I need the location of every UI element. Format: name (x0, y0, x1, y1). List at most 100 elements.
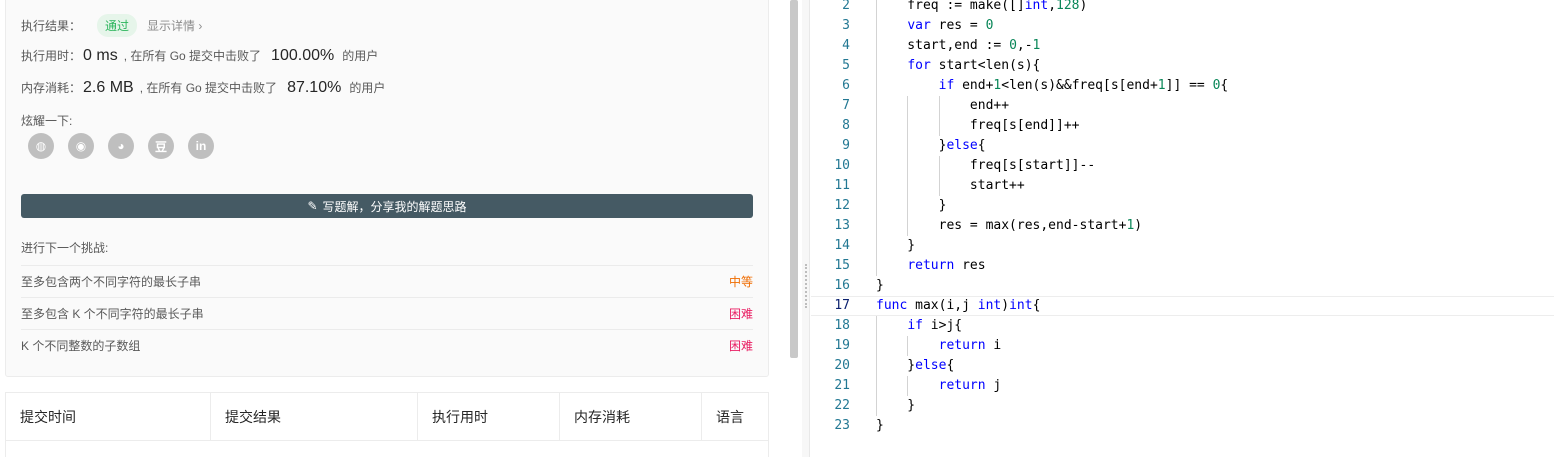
splitter-handle-icon[interactable] (805, 264, 807, 308)
code-line[interactable]: 14 } (811, 236, 1554, 256)
code-text: return j (876, 376, 1002, 396)
code-token: start,end := (876, 38, 1010, 53)
share-label: 炫耀一下: (21, 114, 73, 128)
next-challenge-item[interactable]: 至多包含两个不同字符的最长子串 中等 (21, 265, 753, 297)
code-line[interactable]: 16} (811, 276, 1554, 296)
write-solution-button[interactable]: ✎ 写题解，分享我的解题思路 (21, 194, 753, 218)
code-line[interactable]: 2 freq := make([]int,128) (811, 0, 1554, 16)
code-line[interactable]: 17 func max(i,j int)int{ (811, 296, 1554, 316)
code-token: res = max(res,end-start+ (876, 218, 1127, 233)
line-number: 5 (842, 58, 850, 73)
column-header[interactable]: 提交结果 (211, 393, 418, 440)
next-challenge-item[interactable]: K 个不同整数的子数组 困难 (21, 329, 753, 361)
linkedin-icon[interactable]: in (188, 133, 214, 159)
douban-icon[interactable]: 豆 (148, 133, 174, 159)
result-label: 执行结果： (21, 18, 82, 33)
number-token: 1 (1032, 38, 1041, 53)
code-text: }else{ (876, 356, 954, 376)
code-line[interactable]: 22 } (811, 396, 1554, 416)
code-text: return res (876, 256, 986, 276)
code-text: start++ (876, 176, 1025, 196)
panel-splitter[interactable] (802, 0, 810, 457)
code-line[interactable]: 11 start++ (811, 176, 1554, 196)
weibo-icon[interactable]: ◉ (68, 133, 94, 159)
code-token: } (876, 398, 916, 413)
code-line[interactable]: 15 return res (811, 256, 1554, 276)
submissions-table: 提交时间 提交结果 执行用时 内存消耗 语言 (5, 392, 769, 457)
memory-percent: 87.10% (287, 79, 342, 96)
code-token: } (876, 198, 947, 213)
memory-tail: 的用户 (349, 81, 386, 95)
line-number: 12 (834, 198, 850, 213)
code-line[interactable]: 13 res = max(res,end-start+1) (811, 216, 1554, 236)
show-details-link[interactable]: 显示详情 › (147, 17, 202, 34)
code-token: res (954, 258, 986, 273)
code-line[interactable]: 21 return j (811, 376, 1554, 396)
line-number: 10 (834, 158, 850, 173)
line-number: 7 (842, 98, 850, 113)
line-number: 13 (834, 218, 850, 233)
code-token: end++ (876, 98, 1010, 113)
code-token: , (1048, 0, 1057, 13)
code-line[interactable]: 10 freq[s[start]]-- (811, 156, 1554, 176)
code-line[interactable]: 7 end++ (811, 96, 1554, 116)
code-line[interactable]: 18 if i>j{ (811, 316, 1554, 336)
next-challenge-label: 进行下一个挑战: (21, 241, 109, 255)
difficulty-badge: 困难 (728, 339, 753, 353)
runtime-tail: 的用户 (342, 49, 379, 63)
code-token: max(i,j (907, 298, 978, 313)
keyword-token: int (1024, 0, 1049, 13)
code-token: freq := make([] (876, 0, 1025, 13)
code-line[interactable]: 12 } (811, 196, 1554, 216)
code-editor[interactable]: 2 freq := make([]int,128) 3 var res = 04 … (811, 0, 1554, 457)
keyword-token: else (915, 358, 947, 373)
pencil-icon: ✎ (307, 199, 318, 213)
code-text: res = max(res,end-start+1) (876, 216, 1143, 236)
code-line[interactable]: 6 if end+1<len(s)&&freq[s[end+1]] == 0{ (811, 76, 1554, 96)
code-token: ) (1079, 0, 1088, 13)
indent-guide (907, 96, 909, 236)
column-header[interactable]: 执行用时 (418, 393, 560, 440)
column-header[interactable]: 语言 (702, 393, 768, 440)
indent-guide (876, 0, 877, 276)
code-line[interactable]: 23} (811, 416, 1554, 436)
result-row: 执行结果： 通过 显示详情 › (21, 13, 202, 37)
code-text: end++ (876, 96, 1009, 116)
column-header[interactable]: 提交时间 (6, 393, 211, 440)
runtime-percent: 100.00% (271, 47, 335, 64)
code-text: var res = 0 (876, 16, 993, 36)
indent-guide (907, 376, 909, 396)
wechat-icon[interactable]: ◍ (28, 133, 54, 159)
number-token: 0 (985, 18, 994, 33)
code-text: func max(i,j int)int{ (876, 297, 1040, 315)
qq-icon[interactable]: ◕ (108, 133, 134, 159)
difficulty-badge: 中等 (728, 275, 753, 289)
code-token: } (876, 138, 947, 153)
line-number: 6 (842, 78, 850, 93)
line-number: 17 (834, 298, 850, 313)
code-line[interactable]: 4 start,end := 0,-1 (811, 36, 1554, 56)
code-line[interactable]: 19 return i (811, 336, 1554, 356)
next-challenge-list: 至多包含两个不同字符的最长子串 中等 至多包含 K 个不同字符的最长子串 困难 K 个不… (21, 265, 753, 361)
line-number: 18 (834, 318, 850, 333)
difficulty-badge: 困难 (728, 307, 753, 321)
runtime-description: , 在所有 Go 提交中击败了 (123, 49, 262, 63)
code-token: i>j{ (922, 318, 963, 333)
left-panel-scrollbar[interactable] (790, 0, 798, 358)
code-line[interactable]: 5 for start<len(s){ (811, 56, 1554, 76)
code-line[interactable]: 3 var res = 0 (811, 16, 1554, 36)
code-line[interactable]: 8 freq[s[end]]++ (811, 116, 1554, 136)
code-token: end+ (954, 78, 994, 93)
column-header[interactable]: 内存消耗 (560, 393, 702, 440)
keyword-token: int (977, 298, 1002, 313)
keyword-token: if (907, 318, 923, 333)
next-challenge-item[interactable]: 至多包含 K 个不同字符的最长子串 困难 (21, 297, 753, 329)
code-text: freq[s[start]]-- (876, 156, 1095, 176)
next-challenge-title: 至多包含 K 个不同字符的最长子串 (21, 307, 204, 321)
code-text: } (876, 396, 915, 416)
code-line[interactable]: 9 }else{ (811, 136, 1554, 156)
code-line[interactable]: 20 }else{ (811, 356, 1554, 376)
code-text: } (876, 276, 884, 296)
